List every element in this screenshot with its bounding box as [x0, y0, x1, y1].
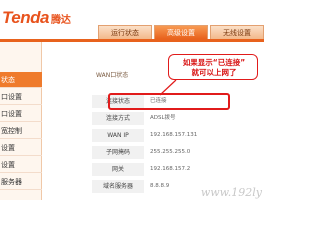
callout-pointer	[159, 79, 177, 96]
watermark: www.192ly	[200, 186, 262, 199]
callout-line-2: 就可以上网了	[191, 68, 237, 77]
callout-line-1: 如果显示“已连接”	[182, 58, 246, 67]
annotation-callout: 如果显示“已连接” 就可以上网了	[168, 54, 258, 80]
